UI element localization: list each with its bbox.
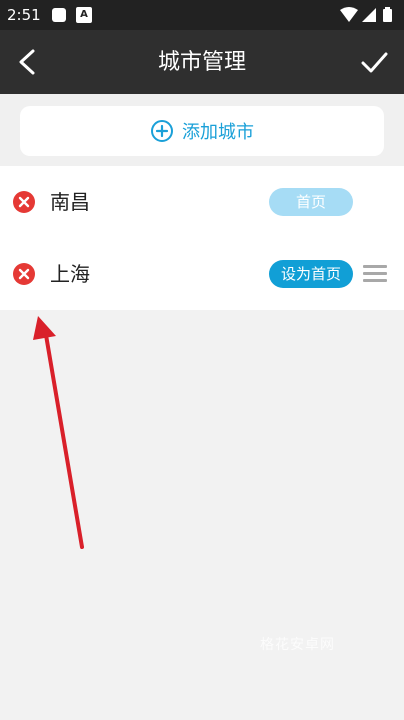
- confirm-button[interactable]: [354, 42, 394, 82]
- battery-icon: [383, 7, 392, 22]
- delete-icon: [13, 263, 35, 285]
- city-row: 上海 设为首页: [0, 238, 404, 310]
- watermark: 格花安卓网: [260, 637, 335, 653]
- plus-circle-icon: [151, 120, 173, 142]
- delete-city-button[interactable]: [13, 263, 35, 285]
- add-city-button[interactable]: 添加城市: [20, 106, 384, 156]
- drag-handle-icon[interactable]: [363, 264, 387, 284]
- notification-icon: [52, 8, 66, 22]
- wifi-icon: [340, 7, 358, 22]
- set-as-home-button[interactable]: 设为首页: [269, 260, 353, 288]
- a-app-icon: A: [76, 7, 92, 23]
- add-city-label: 添加城市: [182, 122, 254, 143]
- delete-city-button[interactable]: [13, 191, 35, 213]
- page-title: 城市管理: [157, 50, 246, 75]
- status-bar: 2:51 A: [0, 0, 404, 30]
- delete-icon: [13, 191, 35, 213]
- check-icon: [361, 52, 388, 73]
- home-badge: 首页: [269, 188, 353, 216]
- app-bar: 城市管理: [0, 30, 404, 94]
- city-list: 南昌 首页 上海 设为首页: [0, 166, 404, 310]
- status-indicators: [340, 7, 392, 22]
- signal-icon: [362, 8, 376, 22]
- city-name: 南昌: [50, 190, 90, 214]
- city-row: 南昌 首页: [0, 166, 404, 238]
- add-city-section: 添加城市: [0, 94, 404, 166]
- status-time: 2:51: [7, 6, 41, 24]
- city-name: 上海: [50, 262, 90, 286]
